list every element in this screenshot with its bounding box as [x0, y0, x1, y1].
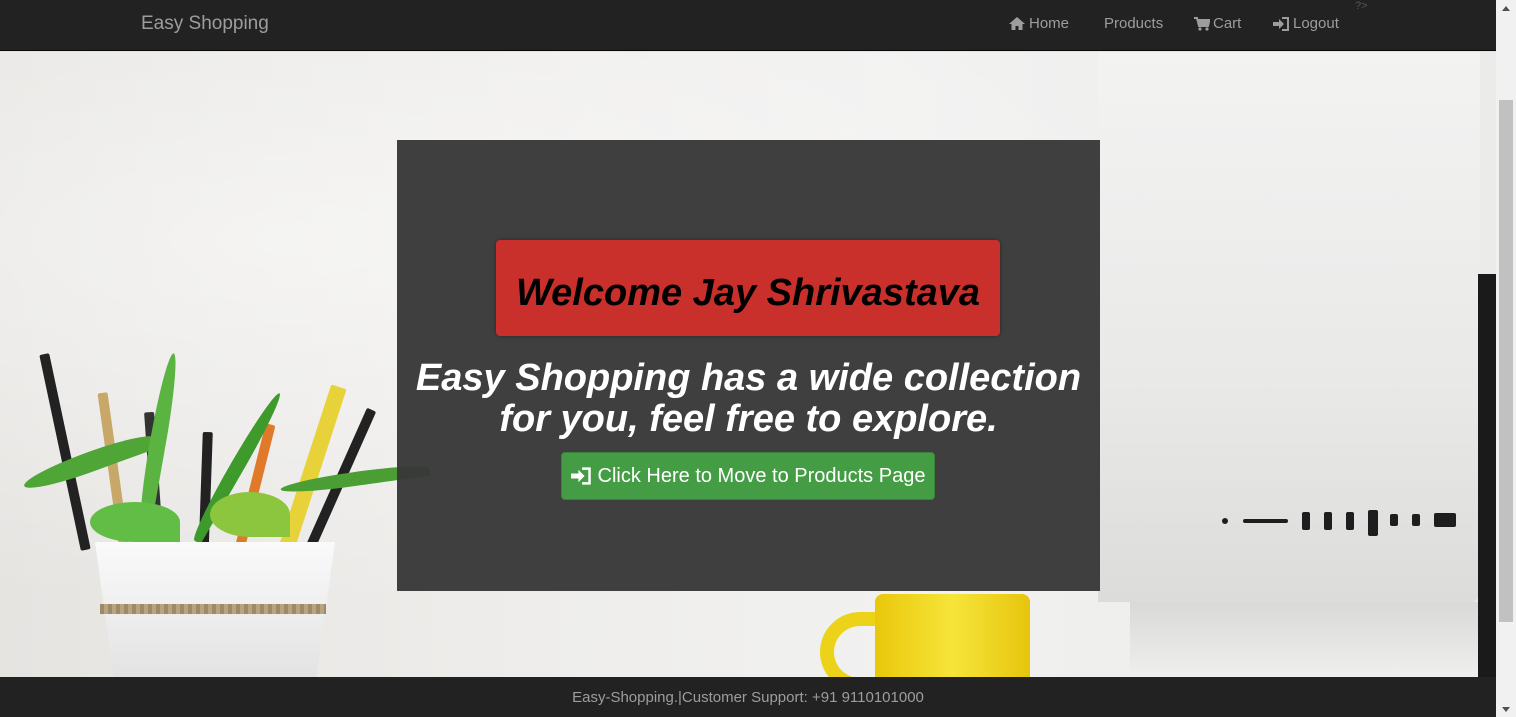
plant-leaf-image	[90, 502, 180, 542]
triangle-down-icon	[1502, 706, 1510, 712]
welcome-card: Welcome Jay Shrivastava Easy Shopping ha…	[397, 140, 1100, 591]
tagline: Easy Shopping has a wide collection for …	[397, 358, 1100, 440]
monitor-port	[1346, 512, 1354, 530]
brand-link[interactable]: Easy Shopping	[141, 13, 269, 35]
log-in-icon	[1273, 16, 1289, 31]
move-to-products-label: Click Here to Move to Products Page	[597, 464, 926, 487]
scrollbar-thumb[interactable]	[1499, 100, 1513, 622]
plant-leaf-image	[210, 492, 290, 537]
tagline-line-2: for you, feel free to explore.	[499, 398, 998, 440]
monitor-port	[1243, 519, 1288, 523]
welcome-banner: Welcome Jay Shrivastava	[496, 240, 1000, 336]
desk-monitor-image	[1098, 52, 1480, 602]
footer: Easy-Shopping.|Customer Support: +91 911…	[0, 677, 1496, 717]
move-to-products-button[interactable]: Click Here to Move to Products Page	[561, 452, 935, 500]
footer-text: Easy-Shopping.|Customer Support: +91 911…	[572, 689, 924, 706]
nav-home-label: Home	[1029, 15, 1070, 32]
yellow-mug-image	[875, 594, 1030, 677]
log-in-icon	[570, 467, 591, 485]
monitor-port	[1222, 518, 1228, 524]
cart-icon	[1194, 16, 1210, 31]
top-navbar: Easy Shopping Home Products Cart Logout …	[0, 0, 1496, 51]
nav-logout[interactable]: Logout	[1273, 15, 1339, 32]
monitor-port	[1368, 510, 1378, 536]
triangle-up-icon	[1502, 5, 1510, 11]
welcome-heading: Welcome Jay Shrivastava	[515, 271, 980, 314]
vertical-scrollbar[interactable]	[1496, 0, 1516, 717]
nav-products-label: Products	[1104, 15, 1164, 32]
nav-cart-label: Cart	[1213, 15, 1242, 32]
nav-cart[interactable]: Cart	[1194, 15, 1241, 32]
nav-products[interactable]: Products	[1104, 15, 1163, 32]
tagline-line-1: Easy Shopping has a wide collection	[415, 357, 1082, 399]
home-icon	[1009, 17, 1025, 30]
monitor-port	[1324, 512, 1332, 530]
monitor-port	[1390, 514, 1398, 526]
scroll-down-arrow[interactable]	[1496, 701, 1516, 717]
nav-home[interactable]: Home	[1008, 15, 1069, 32]
monitor-port	[1412, 514, 1420, 526]
monitor-port	[1434, 513, 1456, 527]
monitor-port	[1302, 512, 1310, 530]
monitor-base-image	[1130, 602, 1480, 677]
stray-php-tag: ?>	[1355, 0, 1368, 12]
nav-logout-label: Logout	[1293, 15, 1339, 32]
monitor-edge-image	[1478, 274, 1496, 677]
scroll-up-arrow[interactable]	[1496, 0, 1516, 16]
pot-twine-image	[100, 604, 326, 614]
